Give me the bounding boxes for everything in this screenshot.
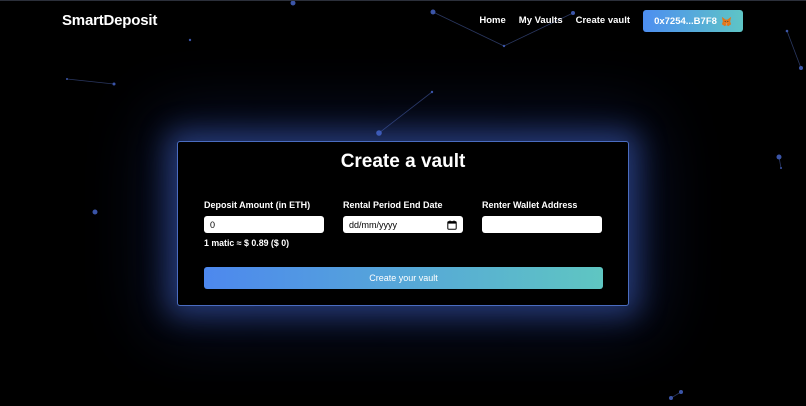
brand-logo[interactable]: SmartDeposit <box>62 12 157 29</box>
exchange-rate-text: 1 matic ≈ $ 0.89 ($ 0) <box>204 238 290 248</box>
rental-end-date-label: Rental Period End Date <box>343 200 443 210</box>
renter-wallet-label: Renter Wallet Address <box>482 200 578 210</box>
nav-link-create-vault[interactable]: Create vault <box>576 15 630 26</box>
create-vault-card: Create a vault Deposit Amount (in ETH) 0… <box>177 141 629 306</box>
deposit-amount-label: Deposit Amount (in ETH) <box>204 200 311 210</box>
navbar: SmartDeposit Home My Vaults Create vault… <box>0 0 806 42</box>
deposit-amount-input[interactable]: 0 <box>204 216 324 233</box>
wallet-address-button[interactable]: 0x7254...B7F8 <box>643 10 743 32</box>
create-vault-button[interactable]: Create your vault <box>204 267 603 289</box>
metamask-fox-icon <box>721 16 732 26</box>
nav-link-home[interactable]: Home <box>479 15 505 26</box>
nav-links: Home My Vaults Create vault <box>479 15 630 26</box>
page-title: Create a vault <box>340 151 466 172</box>
rental-end-date-placeholder: dd/mm/yyyy <box>349 219 398 230</box>
deposit-amount-value: 0 <box>210 219 216 230</box>
calendar-icon[interactable] <box>447 220 457 230</box>
renter-wallet-input[interactable] <box>482 216 602 233</box>
rental-end-date-input[interactable]: dd/mm/yyyy <box>343 216 463 233</box>
wallet-address-label: 0x7254...B7F8 <box>654 15 717 27</box>
nav-link-my-vaults[interactable]: My Vaults <box>519 15 563 26</box>
